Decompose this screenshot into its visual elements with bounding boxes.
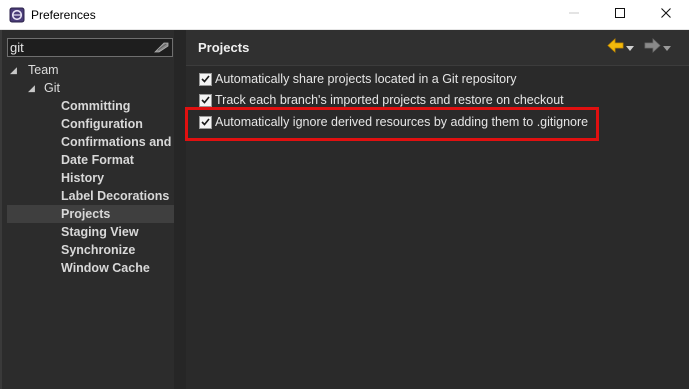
pane-divider[interactable] bbox=[174, 30, 186, 389]
filter-input[interactable] bbox=[10, 39, 150, 56]
tree-item-label: Window Cache bbox=[61, 261, 150, 275]
option-label: Track each branch's imported projects an… bbox=[215, 93, 564, 107]
preferences-navigation: ◢ Team ◢ Git Committing Configuration Co… bbox=[0, 30, 186, 389]
left-window-edge bbox=[0, 30, 2, 389]
close-icon bbox=[660, 6, 672, 24]
tree-item-label: Projects bbox=[61, 207, 111, 221]
chevron-down-icon[interactable] bbox=[626, 39, 634, 57]
tree-item-staging-view[interactable]: Staging View bbox=[7, 223, 174, 241]
page-title: Projects bbox=[198, 40, 250, 55]
tree-item-synchronize[interactable]: Synchronize bbox=[7, 241, 174, 259]
option-auto-share[interactable]: Automatically share projects located in … bbox=[199, 70, 517, 88]
page-header: Projects bbox=[186, 30, 689, 65]
checkbox[interactable] bbox=[199, 93, 212, 107]
maximize-button[interactable] bbox=[597, 0, 643, 30]
expanded-triangle-icon[interactable]: ◢ bbox=[10, 61, 20, 79]
tree-item-projects[interactable]: Projects bbox=[7, 205, 174, 223]
tree-item-label: Label Decorations bbox=[61, 189, 170, 203]
arrow-left-icon[interactable] bbox=[607, 38, 624, 58]
preference-tree: ◢ Team ◢ Git Committing Configuration Co… bbox=[7, 61, 174, 389]
minimize-icon bbox=[568, 6, 580, 24]
tree-item-label: Committing bbox=[61, 99, 131, 113]
tree-item-label-decorations[interactable]: Label Decorations bbox=[7, 187, 174, 205]
tree-item-label: Confirmations and W bbox=[61, 135, 174, 149]
tree-item-label: Configuration bbox=[61, 117, 143, 131]
window-controls bbox=[551, 0, 689, 30]
tree-item-history[interactable]: History bbox=[7, 169, 174, 187]
tree-item-label: History bbox=[61, 171, 105, 185]
highlight-annotation bbox=[185, 107, 599, 141]
tree-item-confirmations[interactable]: Confirmations and W bbox=[7, 133, 174, 151]
tree-item-committing[interactable]: Committing bbox=[7, 97, 174, 115]
tree-item-label: Git bbox=[44, 81, 60, 95]
minimize-button[interactable] bbox=[551, 0, 597, 30]
tree-item-label: Date Format bbox=[61, 153, 134, 167]
checkbox[interactable] bbox=[199, 72, 212, 86]
tree-item-team[interactable]: ◢ Team bbox=[7, 61, 174, 79]
tree-item-date-format[interactable]: Date Format bbox=[7, 151, 174, 169]
header-separator bbox=[186, 65, 689, 66]
expanded-triangle-icon[interactable]: ◢ bbox=[28, 79, 38, 97]
window-title: Preferences bbox=[31, 7, 96, 22]
tree-item-git[interactable]: ◢ Git bbox=[7, 79, 174, 97]
filter-field[interactable] bbox=[7, 38, 173, 57]
preferences-window: Preferences git ◢ Team ◢ Git Committing … bbox=[0, 0, 689, 389]
preference-page: Projects Automatically share projects lo… bbox=[186, 30, 689, 389]
close-button[interactable] bbox=[643, 0, 689, 30]
tree-item-label: Staging View bbox=[61, 225, 139, 239]
eclipse-icon bbox=[9, 7, 25, 23]
forward-nav[interactable] bbox=[644, 38, 671, 58]
arrow-right-icon[interactable] bbox=[644, 38, 661, 58]
tree-item-configuration[interactable]: Configuration bbox=[7, 115, 174, 133]
tree-item-label: Synchronize bbox=[61, 243, 136, 257]
tree-item-window-cache[interactable]: Window Cache bbox=[7, 259, 174, 277]
option-label: Automatically share projects located in … bbox=[215, 72, 517, 86]
back-nav[interactable] bbox=[607, 38, 634, 58]
maximize-icon bbox=[614, 6, 626, 24]
tree-item-label: Team bbox=[28, 63, 59, 77]
clear-eraser-icon[interactable] bbox=[153, 40, 170, 55]
title-bar: Preferences bbox=[0, 0, 689, 30]
chevron-down-icon[interactable] bbox=[663, 39, 671, 57]
